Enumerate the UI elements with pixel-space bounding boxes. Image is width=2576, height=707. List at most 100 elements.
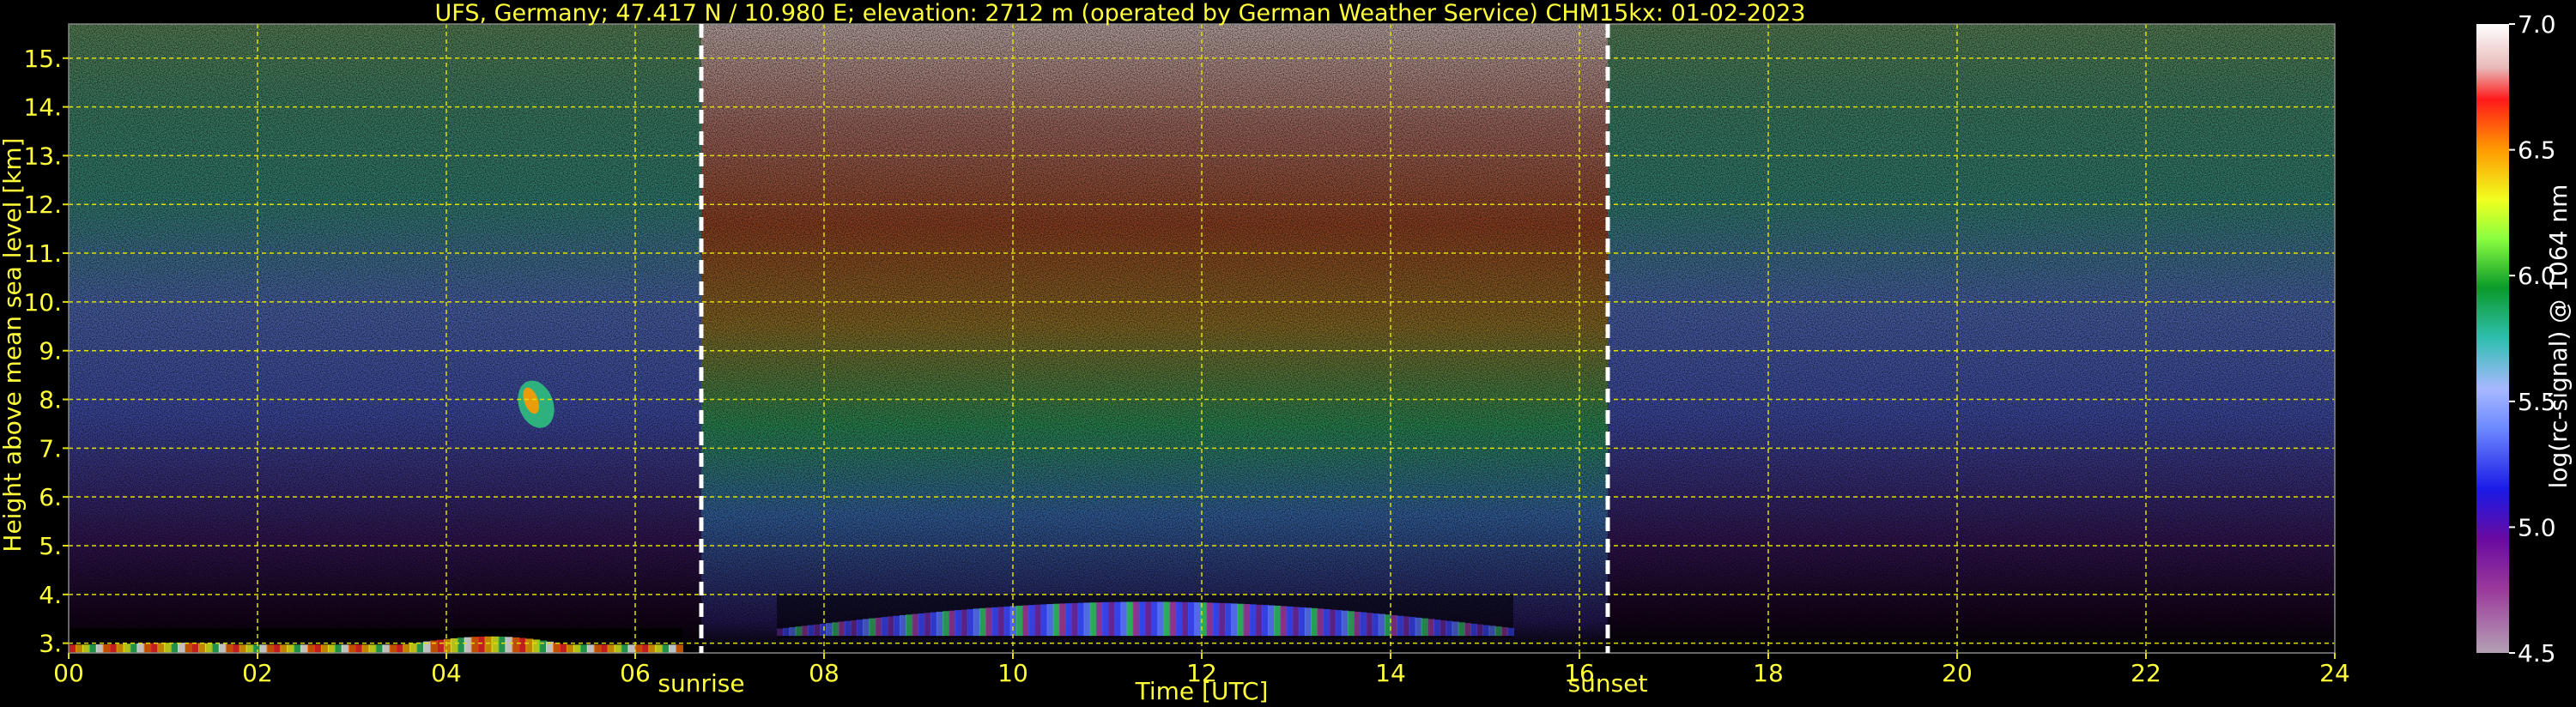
surface-layer-segment: [327, 644, 336, 653]
boundary-layer-segment: [1052, 603, 1060, 637]
x-tick-label: 22: [2131, 659, 2161, 687]
surface-layer-segment: [232, 644, 240, 653]
boundary-layer-segment: [985, 607, 993, 637]
ceilometer-chart: sunrise sunset 00 02 04 06 08 10 12 14 16 18 20 22 24…: [0, 0, 2576, 707]
y-tick-label: 10.: [23, 288, 62, 317]
surface-layer-segment: [403, 644, 411, 653]
surface-layer-segment: [320, 644, 329, 653]
surface-layer-segment: [355, 644, 363, 653]
boundary-layer-segment: [1034, 604, 1042, 637]
boundary-layer-segment: [1157, 601, 1165, 637]
boundary-layer-segment: [1274, 605, 1282, 637]
sunrise-label: sunrise: [658, 669, 744, 698]
x-tick-label: 08: [809, 659, 839, 687]
surface-layer-segment: [307, 644, 315, 653]
surface-layer-segment: [518, 638, 527, 653]
colorbar-tick-label: 5.0: [2518, 513, 2556, 541]
boundary-layer-segment: [1482, 625, 1490, 637]
surface-layer-segment: [150, 643, 159, 653]
boundary-layer-segment: [1409, 617, 1416, 637]
surface-layer-segment: [477, 636, 486, 653]
boundary-layer-segment: [900, 614, 907, 637]
y-tick-label: 4.: [39, 581, 62, 609]
boundary-layer-segment: [930, 612, 937, 637]
boundary-layer-segment: [943, 611, 950, 637]
surface-layer-segment: [539, 640, 548, 653]
boundary-layer-segment: [1114, 601, 1122, 637]
surface-layer-segment: [75, 644, 83, 653]
surface-layer-segment: [280, 644, 288, 653]
boundary-layer-segment: [807, 625, 815, 637]
surface-layer-segment: [498, 636, 506, 653]
boundary-layer-segment: [1237, 603, 1245, 637]
boundary-layer-segment: [1500, 626, 1508, 637]
boundary-layer-segment: [1138, 601, 1146, 637]
surface-layer-segment: [641, 644, 650, 653]
boundary-layer-segment: [949, 610, 956, 637]
surface-layer-segment: [341, 644, 349, 653]
surface-layer-segment: [389, 644, 397, 653]
boundary-layer-segment: [1108, 601, 1116, 637]
surface-layer-segment: [382, 644, 391, 653]
surface-layer-segment: [266, 644, 275, 653]
surface-layer-segment: [491, 636, 500, 653]
boundary-layer-segment: [1446, 620, 1453, 637]
boundary-layer-segment: [777, 628, 785, 637]
boundary-layer-segment: [1433, 619, 1441, 637]
surface-layer-segment: [607, 644, 615, 653]
x-tick-label: 16: [1564, 659, 1595, 687]
surface-layer-segment: [593, 644, 602, 653]
surface-layer-segment: [573, 644, 581, 653]
surface-layer-segment: [560, 644, 567, 653]
boundary-layer-segment: [924, 613, 931, 637]
surface-layer-segment: [586, 644, 595, 653]
boundary-layer-segment: [1421, 618, 1428, 637]
surface-layer-segment: [197, 643, 206, 653]
surface-layer-segment: [368, 644, 377, 653]
surface-layer-segment: [218, 644, 227, 653]
surface-layer-segment: [185, 643, 192, 653]
x-tick-label: 20: [1942, 659, 1973, 687]
boundary-layer-segment: [1458, 622, 1465, 637]
surface-layer-segment: [191, 643, 199, 653]
boundary-layer-segment: [1212, 602, 1220, 637]
boundary-layer-segment: [838, 621, 846, 637]
boundary-layer-segment: [973, 608, 980, 637]
surface-layer-segment: [600, 644, 609, 653]
boundary-layer-segment: [826, 623, 833, 637]
surface-layer-segment: [69, 644, 76, 653]
y-tick-label: 7.: [39, 434, 62, 462]
boundary-layer-segment: [1341, 610, 1349, 637]
x-tick-label: 18: [1753, 659, 1784, 687]
colorbar-gradient: [2476, 24, 2509, 653]
boundary-layer-segment: [1009, 606, 1017, 637]
surface-layer-segment: [164, 643, 173, 653]
boundary-layer-segment: [967, 608, 974, 637]
boundary-layer-segment: [1065, 603, 1073, 637]
surface-layer-segment: [437, 639, 445, 653]
boundary-layer-segment: [1145, 601, 1153, 637]
surface-layer-segment: [102, 644, 111, 653]
boundary-layer-segment: [1095, 602, 1103, 637]
boundary-layer-segment: [1218, 602, 1226, 637]
surface-layer-segment: [484, 636, 493, 653]
boundary-layer-segment: [1083, 602, 1091, 637]
boundary-layer-segment: [795, 626, 803, 637]
boundary-layer-segment: [1488, 625, 1496, 637]
colorbar-tick-label: 6.5: [2518, 136, 2556, 165]
boundary-layer-segment: [1311, 607, 1318, 637]
boundary-layer-segment: [1304, 607, 1312, 637]
surface-layer-segment: [450, 638, 458, 653]
surface-layer-segment: [409, 643, 418, 653]
surface-layer-segment: [348, 644, 356, 653]
boundary-layer-segment: [1494, 626, 1502, 637]
boundary-layer-segment: [1280, 606, 1288, 637]
boundary-layer-segment: [1360, 612, 1367, 637]
surface-layer-segment: [396, 644, 404, 653]
y-tick-label: 6.: [39, 483, 62, 511]
boundary-layer-segment: [875, 617, 882, 637]
boundary-layer-segment: [955, 610, 962, 637]
boundary-layer-segment: [1372, 613, 1379, 637]
x-tick-label: 02: [242, 659, 273, 687]
surface-layer-segment: [375, 644, 384, 653]
